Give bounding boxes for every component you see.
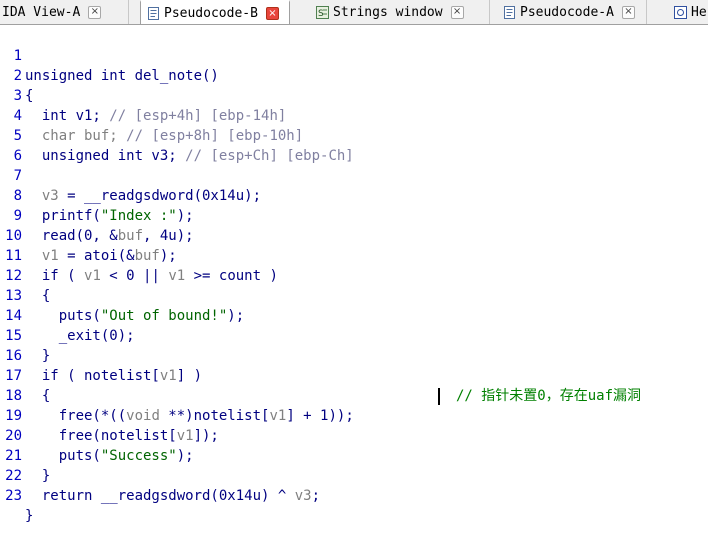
code-text[interactable]: return __readgsdword(0x14u) ^ v3; xyxy=(25,486,320,506)
code-line[interactable]: 11 if ( v1 < 0 || v1 >= count ) xyxy=(0,226,708,284)
tab-label: Strings window xyxy=(333,4,443,20)
tab-hex-view[interactable]: He xyxy=(668,0,708,24)
code-line[interactable]: 19 free(notelist[v1]); // 指针未置0，存在uaf漏洞 xyxy=(0,386,708,444)
code-line[interactable]: 3 int v1; // [esp+4h] [ebp-14h] xyxy=(0,66,708,124)
code-line[interactable]: 22 return __readgsdword(0x14u) ^ v3; xyxy=(0,446,708,504)
pseudocode-icon xyxy=(503,5,516,19)
strings-icon: S xyxy=(316,5,329,19)
code-line[interactable]: 21 } xyxy=(0,426,708,484)
code-line[interactable]: 16 if ( notelist[v1] ) xyxy=(0,326,708,384)
code-line[interactable]: 15 } xyxy=(0,306,708,364)
tab-label: Pseudocode-B xyxy=(164,6,258,21)
line-number: 23 xyxy=(5,488,22,504)
code-line[interactable]: 17 { xyxy=(0,346,708,404)
tab-label: He xyxy=(691,4,707,20)
close-icon[interactable]: × xyxy=(450,5,464,19)
close-icon[interactable]: × xyxy=(621,5,635,19)
close-icon[interactable]: × xyxy=(265,7,279,20)
code-line[interactable]: 4 char buf; // [esp+8h] [ebp-10h] xyxy=(0,86,708,144)
code-token[interactable]: ; xyxy=(312,488,320,504)
code-line[interactable]: 7 v3 = __readgsdword(0x14u); xyxy=(0,146,708,204)
text-cursor xyxy=(438,388,440,405)
code-text[interactable]: } xyxy=(25,506,33,526)
hex-view-icon xyxy=(674,5,687,19)
code-line[interactable]: 18 free(*((void **)notelist[v1] + 1)); xyxy=(0,366,708,424)
code-line[interactable]: 10 v1 = atoi(&buf); xyxy=(0,206,708,264)
tab-label: Pseudocode-A xyxy=(520,4,614,20)
close-icon[interactable]: × xyxy=(88,5,102,19)
code-comment: // 指针未置0，存在uaf漏洞 xyxy=(456,388,642,404)
tab-label: IDA View-A xyxy=(2,4,81,20)
code-line[interactable]: 2 { xyxy=(0,46,708,104)
tab-pseudocode-a[interactable]: Pseudocode-A × xyxy=(497,0,647,24)
pseudocode-icon xyxy=(147,7,160,20)
tab-strings-window[interactable]: S Strings window × xyxy=(310,0,490,24)
code-line[interactable]: 23 } xyxy=(0,466,708,524)
variable[interactable]: v3 xyxy=(295,488,312,504)
code-line[interactable]: 13 puts("Out of bound!"); xyxy=(0,266,708,324)
code-line[interactable]: 9 read(0, &buf, 4u); xyxy=(0,186,708,244)
code-line[interactable]: 5 unsigned int v3; // [esp+Ch] [ebp-Ch] xyxy=(0,106,708,164)
code-line[interactable]: 1 unsigned int del_note() xyxy=(0,26,708,84)
tab-bar: IDA View-A × Pseudocode-B × S Strings wi… xyxy=(0,0,708,25)
tab-ida-view-a[interactable]: IDA View-A × xyxy=(0,0,129,24)
code-line[interactable]: 20 puts("Success"); xyxy=(0,406,708,464)
tab-pseudocode-b[interactable]: Pseudocode-B × xyxy=(140,0,290,24)
code-line[interactable]: 12 { xyxy=(0,246,708,304)
code-line[interactable]: 8 printf("Index :"); xyxy=(0,166,708,224)
code-line[interactable]: 6 xyxy=(0,126,708,164)
pseudocode-view[interactable]: 1 unsigned int del_note() 2 { 3 int v1; … xyxy=(0,26,708,524)
code-token[interactable]: return __readgsdword(0x14u) ^ xyxy=(25,488,295,504)
code-line[interactable]: 14 _exit(0); xyxy=(0,286,708,344)
